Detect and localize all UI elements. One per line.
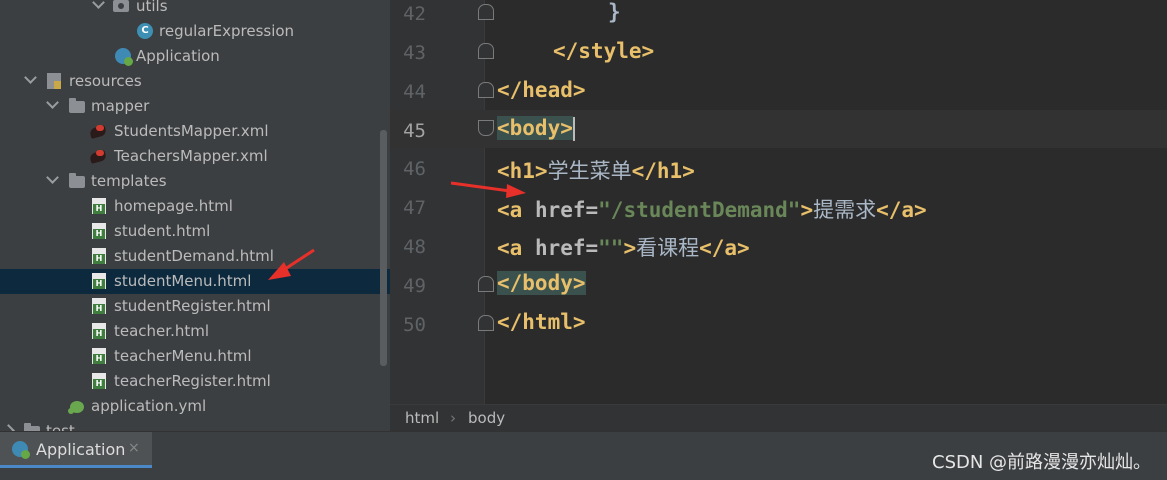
red-arrow-to-studentmenu: [268, 248, 315, 280]
red-arrow-to-line-47: [450, 181, 526, 198]
annotation-arrows: [268, 181, 526, 280]
